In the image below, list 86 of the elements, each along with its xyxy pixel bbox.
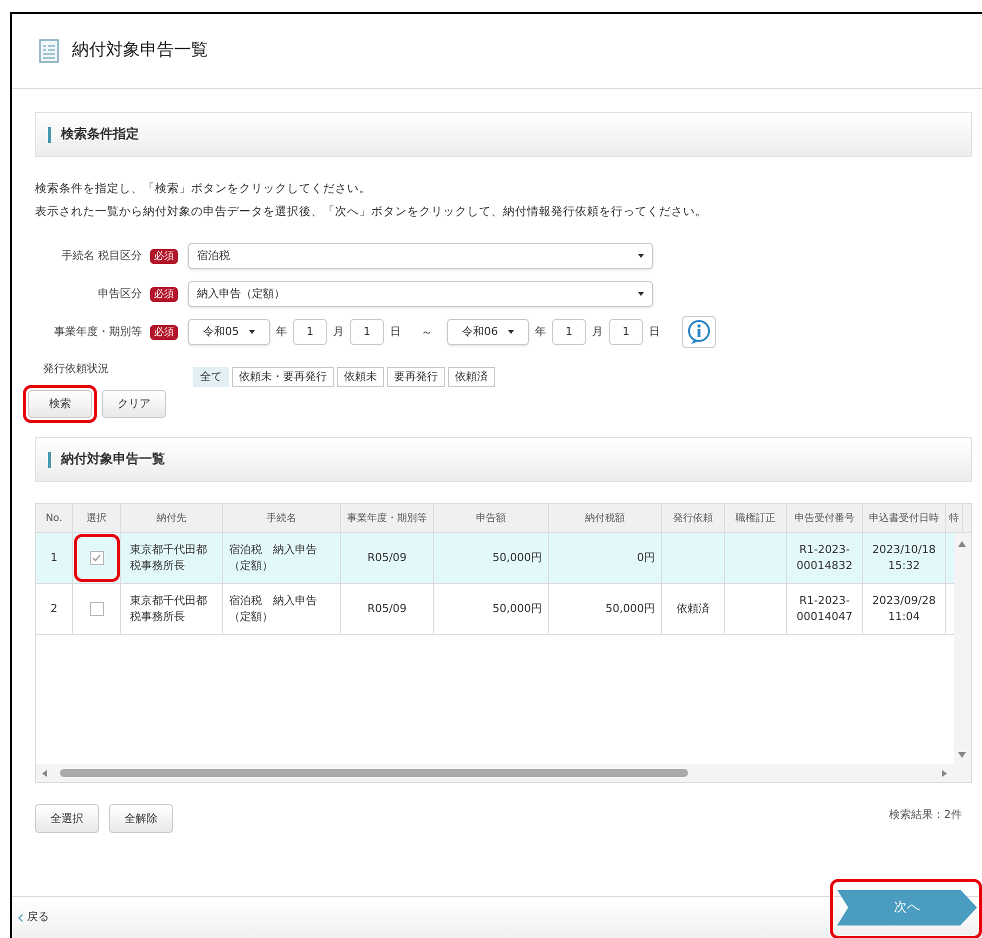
- action-button[interactable]: 全選択: [35, 804, 99, 834]
- column-header[interactable]: 職権訂正: [725, 504, 787, 532]
- era-select[interactable]: 令和06: [447, 319, 529, 345]
- action-button[interactable]: クリア: [102, 390, 166, 418]
- table-cell-text: 2023/09/28 11:04: [871, 593, 937, 626]
- number-field[interactable]: 1: [350, 319, 384, 345]
- required-badge: 必須: [150, 324, 178, 340]
- select-field[interactable]: 納入申告（定額）: [188, 281, 653, 307]
- field-label: 手続名 税目区分: [62, 248, 142, 264]
- table-cell-text: R1-2023-00014047: [796, 593, 854, 626]
- action-button[interactable]: 全解除: [109, 804, 173, 834]
- column-header[interactable]: 申込書受付日時: [863, 504, 946, 532]
- required-badge: 必須: [150, 248, 178, 264]
- chevron-left-icon: [18, 914, 23, 922]
- table-cell: R05/09: [367, 601, 407, 618]
- column-header[interactable]: 申告額: [434, 504, 549, 532]
- section-title: 納付対象申告一覧: [61, 450, 165, 469]
- instruction-text: 表示された一覧から納付対象の申告データを選択後、「次へ」ボタンをクリックして、納付情報発行依頼を行ってください。: [35, 203, 708, 220]
- table-cell: 2: [50, 601, 58, 618]
- field-label: 事業年度・期別等: [54, 324, 142, 340]
- column-header[interactable]: 選択: [73, 504, 121, 532]
- action-button[interactable]: 検索: [28, 390, 92, 418]
- filter-option[interactable]: 依頼未: [337, 367, 384, 387]
- caret-icon: [638, 254, 644, 258]
- table-cell-text: 2023/10/18 15:32: [871, 542, 937, 574]
- table-cell-text: 東京都千代田都税事務所長: [130, 542, 208, 574]
- unit-label: 年: [534, 324, 547, 340]
- table-cell: 50,000円: [492, 550, 542, 566]
- number-field[interactable]: 1: [293, 319, 327, 345]
- scroll-up-icon[interactable]: [958, 541, 966, 548]
- column-header[interactable]: 納付先: [121, 504, 223, 532]
- table-cell-text: R1-2023-00014832: [796, 542, 854, 574]
- info-button[interactable]: [682, 316, 716, 348]
- unit-label: 日: [648, 324, 661, 340]
- number-field[interactable]: 1: [609, 319, 643, 345]
- table-cell-text: 宿泊税 納入申告（定額）: [229, 593, 318, 626]
- unit-label: 月: [591, 324, 604, 340]
- required-badge: 必須: [150, 286, 178, 302]
- table-cell: R05/09: [367, 550, 407, 566]
- checkbox[interactable]: [90, 551, 104, 566]
- table-row[interactable]: 1 東京都千代田都税事務所長 宿泊税 納入申告（定額） R05/09 50,000円 0円 R1-2023-00014832 2023/10/18 15:32: [36, 533, 954, 584]
- unit-label: 年: [275, 324, 288, 340]
- scroll-down-icon[interactable]: [958, 752, 966, 758]
- info-icon: [686, 319, 712, 345]
- field-label: 申告区分: [98, 286, 142, 302]
- table-cell: 50,000円: [492, 601, 542, 618]
- vertical-scrollbar[interactable]: [954, 533, 971, 764]
- checkbox[interactable]: [90, 602, 104, 616]
- column-header[interactable]: No.: [36, 504, 73, 532]
- table-cell-text: 東京都千代田都税事務所長: [130, 593, 208, 626]
- unit-label: 月: [332, 324, 345, 340]
- range-separator: ～: [420, 324, 434, 341]
- number-field[interactable]: 1: [552, 319, 586, 345]
- filter-option[interactable]: 依頼未・要再発行: [232, 367, 334, 387]
- document-list-icon: [38, 38, 60, 64]
- table-row[interactable]: 2 東京都千代田都税事務所長 宿泊税 納入申告（定額） R05/09 50,000円 50,000円 依頼済 R1-2023-00014047 2023/09/28 11:04: [36, 584, 954, 636]
- column-header[interactable]: 発行依頼: [662, 504, 725, 532]
- section-title: 検索条件指定: [61, 126, 139, 144]
- back-link[interactable]: 戻る: [12, 909, 49, 926]
- column-header[interactable]: 事業年度・期別等: [341, 504, 434, 532]
- scroll-right-icon[interactable]: [942, 770, 947, 778]
- checkmark-icon: [92, 554, 101, 562]
- column-header[interactable]: 納付税額: [549, 504, 662, 532]
- scroll-left-icon[interactable]: [42, 770, 47, 778]
- caret-icon: [638, 292, 644, 296]
- caret-icon: [249, 330, 255, 334]
- column-header[interactable]: 申告受付番号: [787, 504, 863, 532]
- column-header[interactable]: 特: [946, 504, 963, 532]
- filter-label: 発行依頼状況: [43, 361, 110, 377]
- era-select[interactable]: 令和05: [188, 319, 270, 345]
- table-cell: 依頼済: [676, 601, 710, 618]
- filter-option[interactable]: 依頼済: [448, 367, 495, 387]
- unit-label: 日: [389, 324, 402, 340]
- table-cell: 0円: [637, 550, 655, 566]
- filter-option[interactable]: 要再発行: [387, 367, 445, 387]
- filter-option[interactable]: 全て: [193, 367, 229, 387]
- table-cell: 50,000円: [606, 601, 655, 618]
- result-count: 検索結果：2件: [889, 806, 962, 822]
- page-title: 納付対象申告一覧: [72, 39, 208, 62]
- table-cell-text: 宿泊税 納入申告（定額）: [229, 542, 318, 574]
- caret-icon: [508, 330, 514, 334]
- column-header[interactable]: 手続名: [223, 504, 341, 532]
- table-cell: 1: [50, 550, 58, 566]
- instruction-text: 検索条件を指定し、「検索」ボタンをクリックしてください。: [35, 180, 372, 197]
- horizontal-scrollbar[interactable]: [36, 764, 971, 782]
- select-field[interactable]: 宿泊税: [188, 243, 653, 269]
